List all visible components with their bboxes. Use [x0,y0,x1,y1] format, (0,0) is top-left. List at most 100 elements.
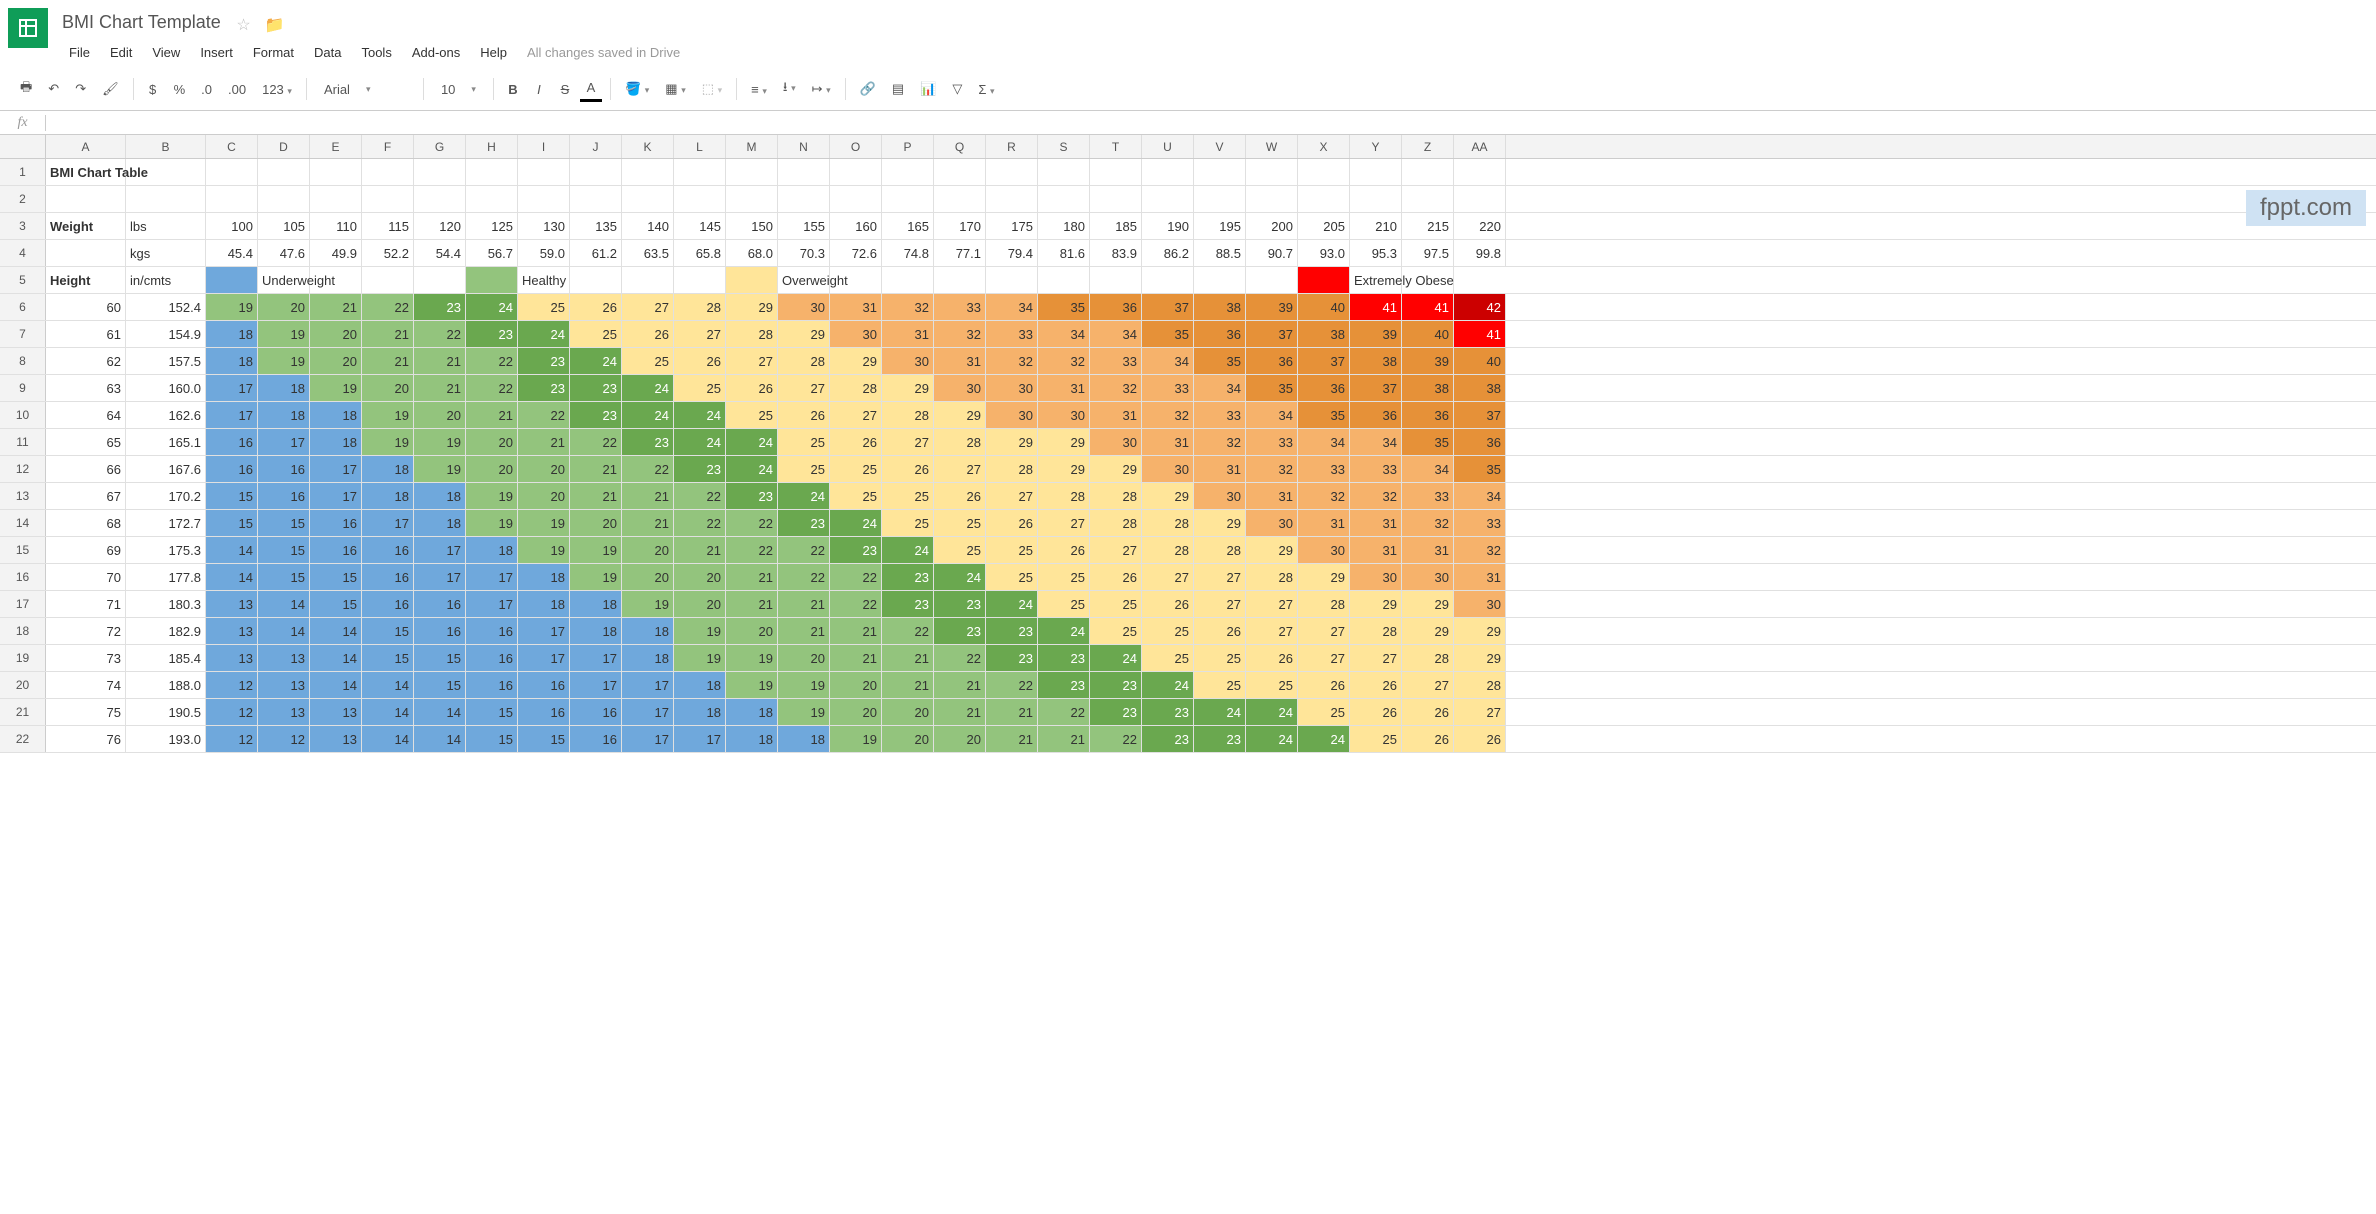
cell[interactable]: 16 [206,456,258,482]
cell[interactable] [206,186,258,212]
cell[interactable]: 19 [674,618,726,644]
row-header-10[interactable]: 10 [0,402,46,428]
cell[interactable]: 35 [1038,294,1090,320]
cell[interactable]: 21 [518,429,570,455]
cell[interactable]: 27 [882,429,934,455]
cell[interactable]: 71 [46,591,126,617]
cell[interactable]: 37 [1454,402,1506,428]
cell[interactable] [414,159,466,185]
cell[interactable]: 17 [310,456,362,482]
cell[interactable]: 154.9 [126,321,206,347]
cell[interactable]: 23 [1090,699,1142,725]
cell[interactable]: 31 [1402,537,1454,563]
cell[interactable]: 24 [1298,726,1350,752]
row-header-22[interactable]: 22 [0,726,46,752]
cell[interactable]: 60 [46,294,126,320]
cell[interactable]: 12 [258,726,310,752]
cell[interactable]: 185.4 [126,645,206,671]
cell[interactable]: 27 [778,375,830,401]
col-header-R[interactable]: R [986,135,1038,158]
cell[interactable]: 25 [830,456,882,482]
cell[interactable]: 33 [1246,429,1298,455]
cell[interactable]: 34 [1194,375,1246,401]
cell[interactable]: 125 [466,213,518,239]
cell[interactable] [1298,186,1350,212]
cell[interactable]: 205 [1298,213,1350,239]
cell[interactable]: 26 [622,321,674,347]
cell[interactable] [1402,186,1454,212]
cell[interactable]: 69 [46,537,126,563]
cell[interactable]: 31 [882,321,934,347]
col-header-I[interactable]: I [518,135,570,158]
cell[interactable] [986,267,1038,293]
row-header-14[interactable]: 14 [0,510,46,536]
cell[interactable]: 73 [46,645,126,671]
cell[interactable]: 26 [934,483,986,509]
cell[interactable]: 28 [1090,483,1142,509]
cell[interactable]: 26 [830,429,882,455]
cell[interactable]: 19 [778,699,830,725]
cell[interactable]: 68.0 [726,240,778,266]
row-header-20[interactable]: 20 [0,672,46,698]
col-header-O[interactable]: O [830,135,882,158]
cell[interactable]: 150 [726,213,778,239]
cell[interactable]: 24 [1142,672,1194,698]
cell[interactable]: 18 [518,564,570,590]
cell[interactable]: 160.0 [126,375,206,401]
cell[interactable]: 18 [310,402,362,428]
cell[interactable]: 31 [934,348,986,374]
cell[interactable]: 12 [206,726,258,752]
cell[interactable]: 26 [1402,726,1454,752]
cell[interactable]: 76 [46,726,126,752]
cell[interactable]: 18 [674,699,726,725]
cell[interactable]: 26 [726,375,778,401]
cell[interactable]: 23 [934,591,986,617]
cell[interactable]: 21 [726,591,778,617]
cell[interactable]: 37 [1246,321,1298,347]
cell[interactable]: 38 [1402,375,1454,401]
row-header-5[interactable]: 5 [0,267,46,293]
cell[interactable]: 31 [1246,483,1298,509]
cell[interactable]: 24 [882,537,934,563]
redo-icon[interactable]: ↷ [69,77,92,101]
cell[interactable]: 22 [934,645,986,671]
cell[interactable]: 27 [674,321,726,347]
cell[interactable]: 54.4 [414,240,466,266]
cell[interactable]: 20 [830,699,882,725]
cell[interactable]: 15 [206,510,258,536]
cell[interactable]: 28 [674,294,726,320]
cell[interactable]: 64 [46,402,126,428]
cell[interactable]: 182.9 [126,618,206,644]
cell[interactable] [570,267,622,293]
cell[interactable]: 20 [622,564,674,590]
cell[interactable]: 215 [1402,213,1454,239]
cell[interactable]: 28 [1194,537,1246,563]
folder-icon[interactable]: 📁 [265,15,285,35]
cell[interactable]: 25 [1142,645,1194,671]
cell[interactable]: 24 [778,483,830,509]
cell[interactable]: 23 [882,591,934,617]
filter-icon[interactable]: ▽ [946,77,968,101]
cell[interactable]: 16 [310,537,362,563]
cell[interactable]: 175.3 [126,537,206,563]
col-header-M[interactable]: M [726,135,778,158]
cell[interactable]: 74 [46,672,126,698]
cell[interactable]: 52.2 [362,240,414,266]
cell[interactable]: 25 [1142,618,1194,644]
cell[interactable]: 29 [1454,618,1506,644]
cell[interactable]: 190 [1142,213,1194,239]
cell[interactable]: 30 [986,402,1038,428]
cell[interactable]: 23 [1142,726,1194,752]
cell[interactable]: 19 [206,294,258,320]
cell[interactable]: 19 [622,591,674,617]
cell[interactable]: 19 [726,645,778,671]
font-select[interactable]: Arial▾ [315,78,415,101]
cell[interactable] [466,159,518,185]
cell[interactable]: 32 [882,294,934,320]
cell[interactable]: 32 [1402,510,1454,536]
cell[interactable]: 17 [518,618,570,644]
cell[interactable] [1038,186,1090,212]
cell[interactable] [466,186,518,212]
cell[interactable]: 23 [466,321,518,347]
col-header-X[interactable]: X [1298,135,1350,158]
